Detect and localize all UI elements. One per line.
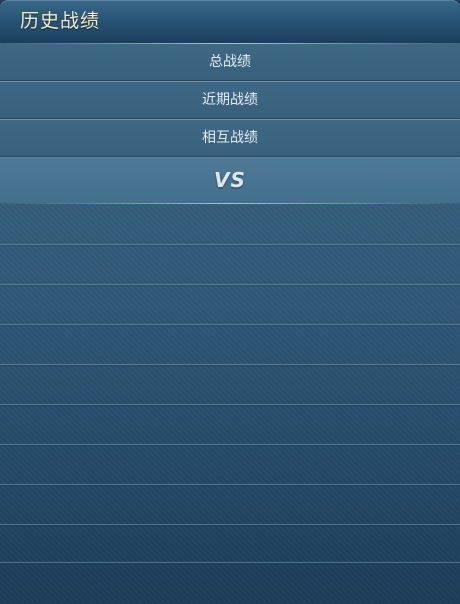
empty-record-row (0, 244, 460, 285)
empty-record-row (0, 444, 460, 485)
panel-title: 历史战绩 (20, 10, 101, 32)
empty-record-row (0, 522, 460, 563)
empty-record-row (0, 404, 460, 445)
vs-label: VS (214, 168, 246, 192)
matchup-bar: VS (0, 157, 460, 203)
empty-record-row (0, 204, 460, 245)
history-record-panel: 历史战绩 总战绩 近期战绩 相互战绩 VS (0, 0, 460, 604)
tab-overall-record[interactable]: 总战绩 (0, 44, 460, 82)
empty-record-row (0, 484, 460, 525)
tab-recent-record[interactable]: 近期战绩 (0, 82, 460, 120)
empty-record-row (0, 562, 460, 602)
empty-record-row (0, 284, 460, 325)
empty-record-row (0, 364, 460, 405)
empty-record-row (0, 324, 460, 365)
tab-head-to-head-record[interactable]: 相互战绩 (0, 120, 460, 158)
panel-header: 历史战绩 (0, 0, 460, 43)
